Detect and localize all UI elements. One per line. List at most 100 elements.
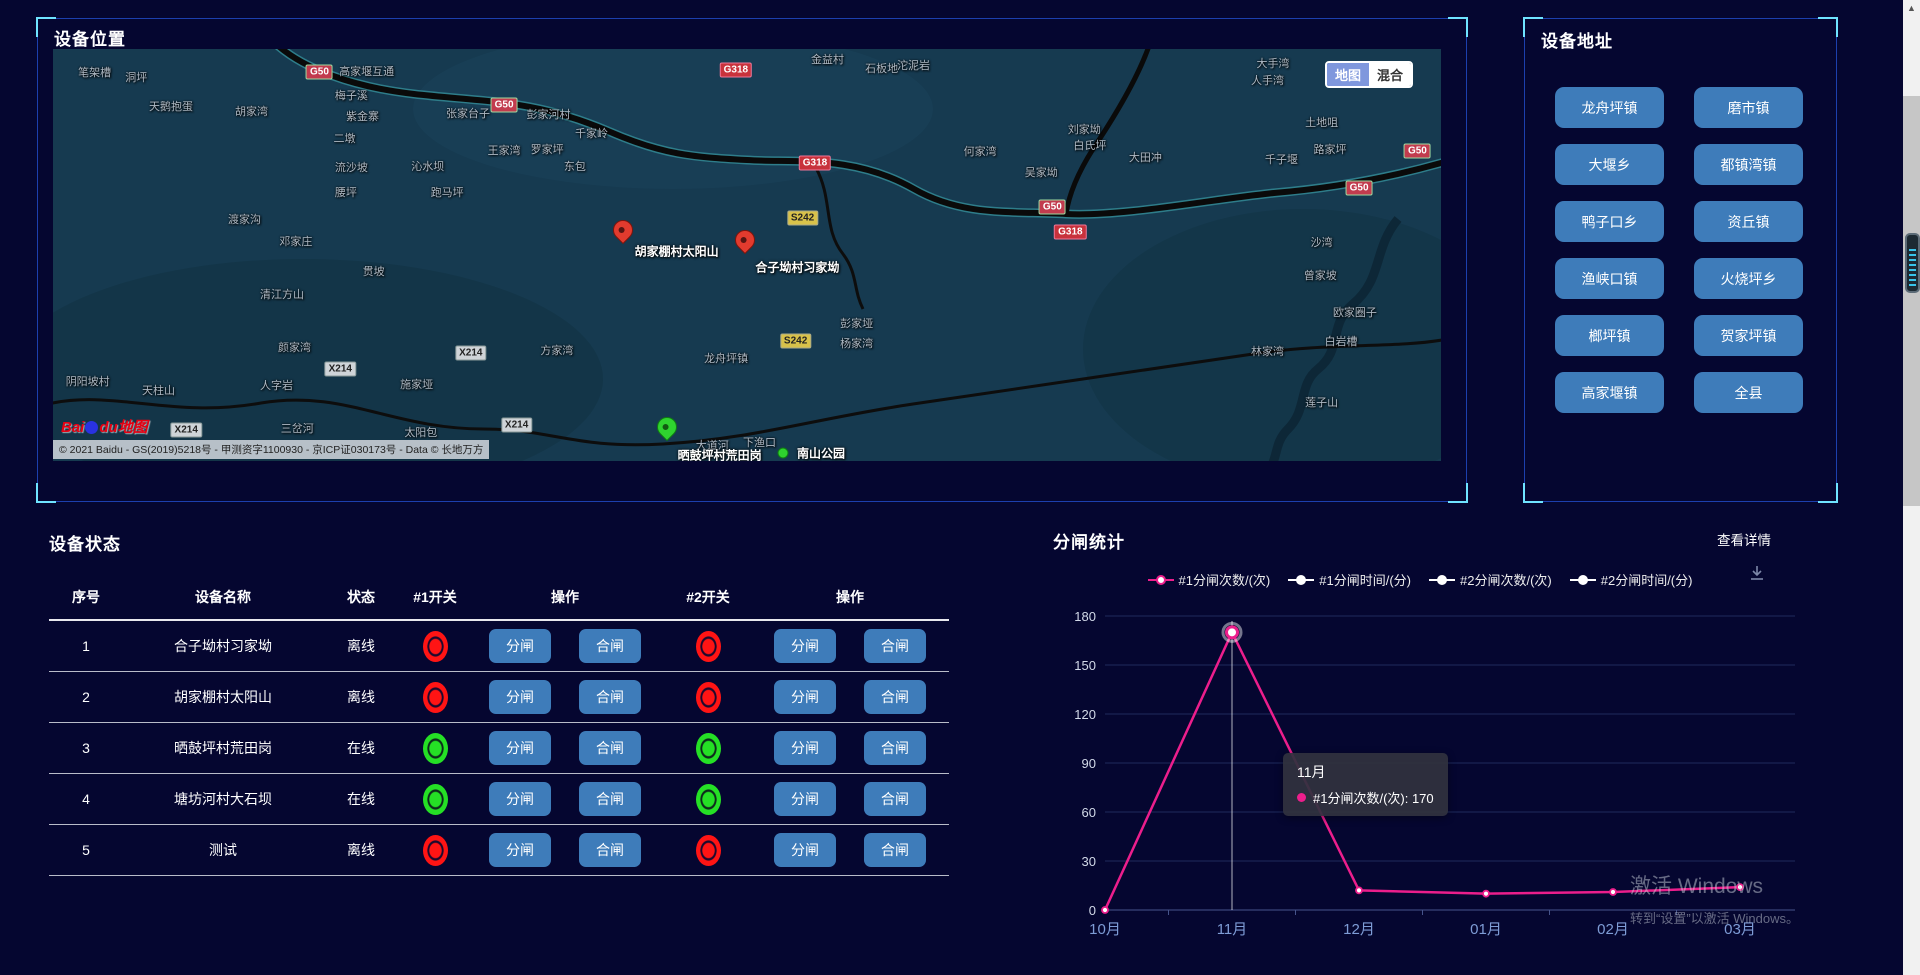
svg-text:30: 30 <box>1082 854 1096 869</box>
baidu-map[interactable]: 笔架槽洞坪天鹅抱蛋胡家湾高家堰互通梅子溪紫金寨二墩流沙坡沁水坝张家台子彭家河村千… <box>53 49 1441 461</box>
device-location-panel: 设备位置 笔架槽洞坪天鹅抱蛋胡家湾高家堰互通梅子溪紫金寨二墩流沙坡沁水坝张家台子… <box>37 18 1467 502</box>
open-switch2-button[interactable]: 分闸 <box>774 782 836 816</box>
open-switch1-button[interactable]: 分闸 <box>489 629 551 663</box>
close-switch1-button[interactable]: 合闸 <box>579 629 641 663</box>
map-place-label: 高家堰互通 <box>339 63 394 79</box>
switch2-actions: 分闸合闸 <box>757 680 943 714</box>
status-indicator-green <box>423 784 448 815</box>
status-table-body: 1合子坳村习家坳离线分闸合闸分闸合闸2胡家棚村太阳山离线分闸合闸分闸合闸3晒鼓坪… <box>49 621 949 876</box>
open-switch1-button[interactable]: 分闸 <box>489 731 551 765</box>
scrollbar-up-arrow-icon[interactable]: ▲ <box>1903 3 1920 13</box>
open-switch1-button[interactable]: 分闸 <box>489 680 551 714</box>
town-button-8[interactable]: 火烧坪乡 <box>1694 258 1803 299</box>
map-place-label: 施家垭 <box>400 376 433 392</box>
map-place-label: 莲子山 <box>1305 394 1338 410</box>
map-place-label: 三岔河 <box>281 420 314 436</box>
map-type-option-hybrid[interactable]: 混合 <box>1369 63 1411 86</box>
map-place-label: 东包 <box>564 158 586 174</box>
open-switch2-button[interactable]: 分闸 <box>774 833 836 867</box>
svg-text:150: 150 <box>1074 658 1096 673</box>
panel-corner <box>36 17 56 37</box>
switch2-indicator-cell <box>659 631 757 662</box>
column-header: #2开关 <box>659 587 757 607</box>
map-type-option-map[interactable]: 地图 <box>1327 63 1369 86</box>
town-button-12[interactable]: 全县 <box>1694 372 1803 413</box>
map-place-label: 人手湾 <box>1251 72 1284 88</box>
scrollbar-thumb[interactable] <box>1903 96 1920 506</box>
status-table-header: 序号设备名称状态#1开关操作#2开关操作 <box>49 587 949 621</box>
tooltip-series-dot <box>1297 793 1306 802</box>
svg-text:10月: 10月 <box>1089 921 1121 938</box>
svg-text:90: 90 <box>1082 756 1096 771</box>
map-place-label: 林家湾 <box>1251 343 1284 359</box>
open-switch1-button[interactable]: 分闸 <box>489 782 551 816</box>
close-switch2-button[interactable]: 合闸 <box>864 731 926 765</box>
close-switch2-button[interactable]: 合闸 <box>864 833 926 867</box>
view-details-link[interactable]: 查看详情 <box>1717 529 1771 549</box>
map-place-label: 梅子溪 <box>335 87 368 103</box>
table-row: 5测试离线分闸合闸分闸合闸 <box>49 825 949 876</box>
svg-text:120: 120 <box>1074 707 1096 722</box>
map-place-label: 石板地 <box>865 60 898 76</box>
map-place-label: 天柱山 <box>142 382 175 398</box>
map-place-label: 千家岭 <box>575 125 608 141</box>
device-name: 塘坊河村大石坝 <box>123 789 323 809</box>
road-badge: X214 <box>171 422 202 437</box>
map-place-label: 白岩槽 <box>1325 333 1358 349</box>
open-switch2-button[interactable]: 分闸 <box>774 629 836 663</box>
town-button-10[interactable]: 贺家坪镇 <box>1694 315 1803 356</box>
map-place-label: 太阳包 <box>404 424 437 440</box>
town-button-1[interactable]: 龙舟坪镇 <box>1555 87 1664 128</box>
open-switch2-button[interactable]: 分闸 <box>774 731 836 765</box>
close-switch2-button[interactable]: 合闸 <box>864 680 926 714</box>
device-name: 合子坳村习家坳 <box>123 636 323 656</box>
map-dot-marker[interactable] <box>778 447 789 458</box>
chart-title: 分闸统计 <box>1053 528 1125 553</box>
tooltip-value: #1分闸次数/(次): 170 <box>1313 788 1434 807</box>
close-switch1-button[interactable]: 合闸 <box>579 731 641 765</box>
close-switch1-button[interactable]: 合闸 <box>579 782 641 816</box>
map-place-label: 路家坪 <box>1313 141 1346 157</box>
map-place-label: 沙湾 <box>1311 234 1333 250</box>
road-badge: X214 <box>325 362 356 377</box>
baidu-logo: Baidu地图 <box>61 416 148 437</box>
close-switch2-button[interactable]: 合闸 <box>864 782 926 816</box>
row-index: 2 <box>49 689 123 705</box>
map-place-label: 何家湾 <box>964 143 997 159</box>
town-button-3[interactable]: 大堰乡 <box>1555 144 1664 185</box>
switch1-indicator-cell <box>399 631 471 662</box>
town-button-9[interactable]: 榔坪镇 <box>1555 315 1664 356</box>
road-badge: G50 <box>1346 180 1373 195</box>
town-button-11[interactable]: 高家堰镇 <box>1555 372 1664 413</box>
status-indicator-green <box>423 733 448 764</box>
trip-line-chart[interactable]: 030609012015018010月11月12月01月02月03月 <box>1050 555 1850 955</box>
town-button-2[interactable]: 磨市镇 <box>1694 87 1803 128</box>
open-switch1-button[interactable]: 分闸 <box>489 833 551 867</box>
scroll-indicator-widget[interactable] <box>1905 233 1920 293</box>
panel-corner <box>1523 483 1543 503</box>
status-indicator-green <box>696 784 721 815</box>
map-place-label: 罗家坪 <box>531 141 564 157</box>
town-button-6[interactable]: 资丘镇 <box>1694 201 1803 242</box>
map-marker-label: 晒鼓坪村荒田岗 <box>678 446 762 461</box>
device-status-section: 设备状态 序号设备名称状态#1开关操作#2开关操作 1合子坳村习家坳离线分闸合闸… <box>49 530 949 876</box>
town-button-7[interactable]: 渔峡口镇 <box>1555 258 1664 299</box>
switch1-indicator-cell <box>399 682 471 713</box>
panel-corner <box>1818 17 1838 37</box>
page-scrollbar[interactable]: ▲ <box>1903 0 1920 975</box>
close-switch1-button[interactable]: 合闸 <box>579 680 641 714</box>
panel-corner <box>1523 17 1543 37</box>
column-header: #1开关 <box>399 587 471 607</box>
status-indicator-red <box>423 682 448 713</box>
device-name: 胡家棚村太阳山 <box>123 687 323 707</box>
town-button-5[interactable]: 鸭子口乡 <box>1555 201 1664 242</box>
map-type-control: 地图 混合 <box>1325 61 1413 88</box>
svg-text:02月: 02月 <box>1597 921 1629 938</box>
device-status: 在线 <box>323 789 399 809</box>
map-place-label: 颜家湾 <box>278 339 311 355</box>
town-button-4[interactable]: 都镇湾镇 <box>1694 144 1803 185</box>
trip-statistics-section: 分闸统计 查看详情 #1分闸次数/(次)#1分闸时间/(分)#2分闸次数/(次)… <box>1040 520 1860 975</box>
close-switch1-button[interactable]: 合闸 <box>579 833 641 867</box>
close-switch2-button[interactable]: 合闸 <box>864 629 926 663</box>
open-switch2-button[interactable]: 分闸 <box>774 680 836 714</box>
